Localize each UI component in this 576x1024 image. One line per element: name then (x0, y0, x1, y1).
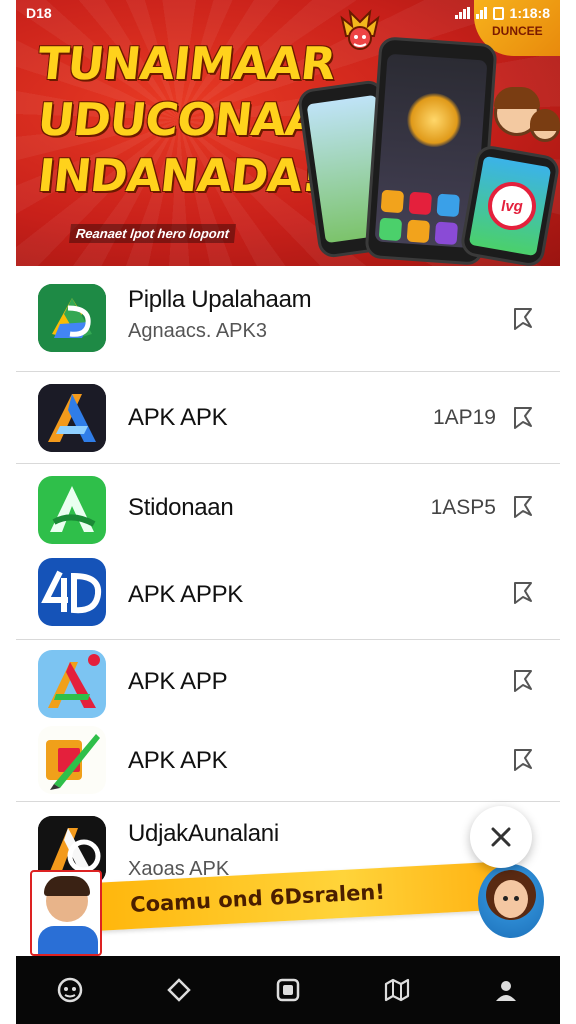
red-badge: lvg (488, 182, 536, 230)
avatar[interactable] (478, 864, 544, 938)
nav-back-button[interactable] (159, 970, 199, 1010)
app-subtitle: Agnaacs. APK3 (128, 320, 267, 342)
status-time: 1:18:8 (509, 5, 550, 21)
banner-title: TUNAIMAAR UDUCONAA INDANADA! (35, 36, 338, 204)
battery-icon (492, 6, 504, 20)
nav-map-button[interactable] (377, 970, 417, 1010)
back-icon (167, 978, 191, 1002)
app-meta: 1AP19 (432, 406, 496, 429)
pin-icon[interactable] (510, 580, 536, 606)
app-name: Stidonaan (128, 494, 234, 521)
map-icon (384, 978, 409, 1002)
banner-title-line: UDUCONAA (35, 93, 322, 146)
google-drive-style-icon (38, 284, 106, 352)
pin-icon[interactable] (510, 306, 536, 332)
wifi-signal-icon (475, 7, 487, 19)
promo-text: Coamu ond 6Dsralen! (129, 879, 386, 918)
list-group: APK APP APK APK (16, 640, 560, 802)
list-item[interactable]: APK APK (16, 720, 560, 802)
green-a-icon (38, 476, 106, 544)
list-item[interactable]: APK APK 1AP19 (16, 372, 560, 464)
hero-banner[interactable]: TUNAIMAAR UDUCONAA INDANADA! Reanaet lpo… (16, 0, 560, 266)
signal-icon (454, 7, 470, 19)
colorful-a-icon (38, 650, 106, 718)
nav-profile-button[interactable] (486, 970, 526, 1010)
red-badge-text: lvg (501, 197, 523, 215)
profile-icon (495, 981, 516, 1001)
banner-title-line: TUNAIMAAR (35, 37, 338, 90)
status-left-text: D18 (26, 5, 52, 21)
pin-icon[interactable] (510, 668, 536, 694)
bottom-nav-bar (16, 956, 560, 1024)
list-item[interactable]: Stidonaan 1ASP5 (16, 464, 560, 552)
blue-4d-icon (38, 558, 106, 626)
app-frame: TUNAIMAAR UDUCONAA INDANADA! Reanaet lpo… (16, 0, 560, 1024)
banner-title-line: INDANADA! (35, 149, 324, 202)
list-item[interactable]: APK APP (16, 640, 560, 720)
close-button[interactable] (470, 806, 532, 868)
list-item[interactable]: APK APPK (16, 552, 560, 640)
app-name: APK APPK (128, 581, 243, 608)
nav-home-button[interactable] (268, 970, 308, 1010)
cartoon-kid-icon (530, 109, 560, 142)
app-name: APK APP (128, 668, 228, 695)
banner-subtitle: Reanaet lpot hero lopont (69, 224, 237, 243)
promo-character-card (30, 870, 102, 956)
app-name: APK APK (128, 404, 228, 431)
close-icon (491, 827, 511, 847)
pin-icon[interactable] (510, 747, 536, 773)
app-name: APK APK (128, 747, 228, 774)
list-group: Stidonaan 1ASP5 APK APPK (16, 464, 560, 640)
app-meta: 1ASP5 (430, 496, 496, 519)
home-icon (276, 978, 300, 1002)
pen-edit-icon (38, 726, 106, 794)
blue-orange-a-icon (38, 384, 106, 452)
nav-assistant-button[interactable] (50, 970, 90, 1010)
status-bar: D18 1:18:8 (16, 0, 560, 26)
assistant-icon (58, 977, 83, 1003)
phone-app-tiles (378, 189, 460, 246)
pin-icon[interactable] (510, 494, 536, 520)
list-item[interactable]: Piplla Upalahaam Agnaacs. APK3 (16, 266, 560, 372)
app-name: Piplla Upalahaam (128, 286, 312, 313)
pin-icon[interactable] (510, 405, 536, 431)
app-name: UdjakAunalani (128, 820, 279, 847)
